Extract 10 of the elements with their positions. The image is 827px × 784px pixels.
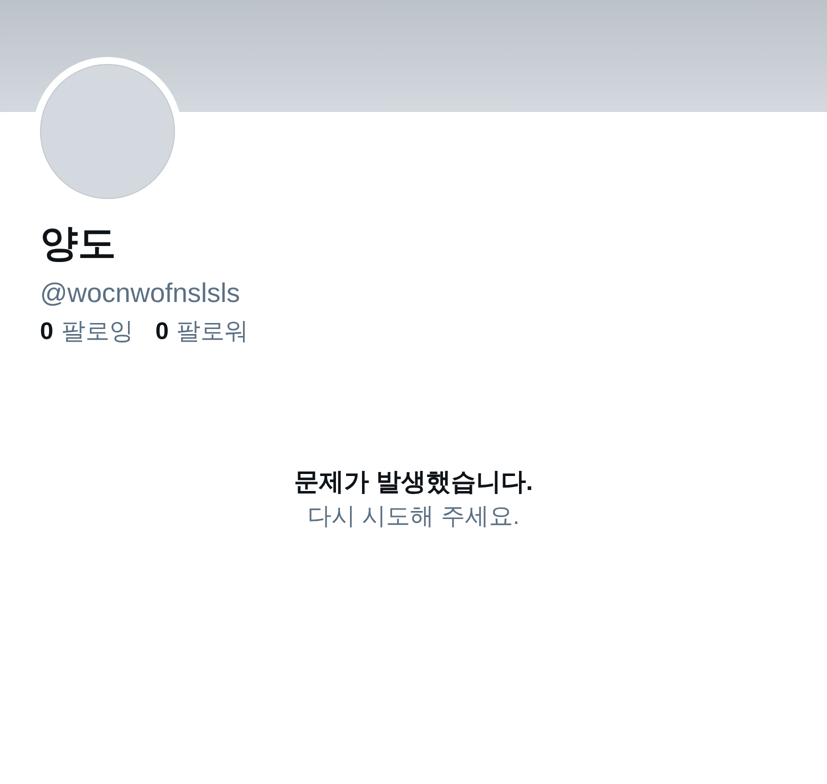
profile-handle: @wocnwofnslsls [40, 277, 241, 310]
stat-count: 0 [40, 317, 54, 347]
stat-label: 팔로잉 [61, 317, 134, 347]
stat-count: 0 [155, 317, 169, 347]
stat-label: 팔로워 [176, 317, 249, 347]
follow-stat-link[interactable]: 0 팔로워 [155, 316, 249, 348]
error-message: 다시 시도해 주세요. [307, 502, 520, 532]
error-title: 문제가 발생했습니다. [294, 467, 533, 498]
profile-name: 양도 [40, 222, 117, 267]
follow-stat-link[interactable]: 0 팔로잉 [40, 316, 134, 348]
